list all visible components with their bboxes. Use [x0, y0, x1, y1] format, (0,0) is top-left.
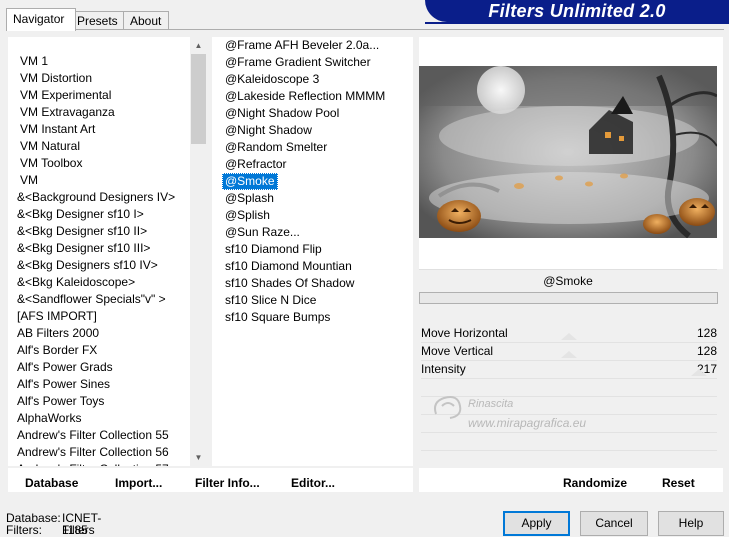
filter-item[interactable]: @Refractor	[222, 156, 290, 173]
filter-item-selected[interactable]: @Smoke	[222, 173, 278, 190]
filter-item[interactable]: sf10 Square Bumps	[222, 309, 333, 326]
tab-label: Presets	[77, 14, 118, 28]
filter-item[interactable]: @Kaleidoscope 3	[222, 71, 322, 88]
category-list[interactable]: VM 1 VM Distortion VM Experimental VM Extra…	[8, 37, 190, 466]
right-action-bar: Randomize Reset	[419, 468, 723, 492]
filter-item[interactable]: @Frame Gradient Switcher	[222, 54, 374, 71]
tab-label: Navigator	[13, 12, 65, 26]
selected-filter-name: @Smoke	[543, 274, 593, 288]
app-title-banner: Filters Unlimited 2.0	[425, 0, 729, 22]
param-label: Move Horizontal	[421, 326, 508, 340]
apply-button[interactable]: Apply	[503, 511, 570, 536]
help-button[interactable]: Help	[658, 511, 724, 536]
filter-item[interactable]: sf10 Slice N Dice	[222, 292, 319, 309]
left-action-bar: Database Import... Filter Info... Editor…	[8, 468, 413, 492]
filter-item[interactable]: sf10 Diamond Mountian	[222, 258, 355, 275]
filter-item[interactable]: @Night Shadow Pool	[222, 105, 342, 122]
status-filters-value: 1185	[62, 523, 88, 537]
filter-name-label: @Smoke	[419, 269, 717, 292]
database-button[interactable]: Database	[25, 468, 78, 492]
watermark-logo-icon	[434, 396, 462, 419]
status-area: Database: ICNET-Filters Filters: 1185	[6, 512, 101, 537]
import-button[interactable]: Import...	[115, 468, 162, 492]
scroll-up-icon[interactable]: ▲	[190, 37, 207, 54]
filter-item[interactable]: sf10 Diamond Flip	[222, 241, 325, 258]
category-item[interactable]: &<Bkg Designers sf10 IV>	[17, 257, 158, 274]
category-item[interactable]: [AFS IMPORT]	[17, 308, 97, 325]
category-item[interactable]: Alf's Border FX	[17, 342, 97, 359]
filter-item[interactable]: @Lakeside Reflection MMMM	[222, 88, 388, 105]
filter-item[interactable]: @Random Smelter	[222, 139, 330, 156]
category-item[interactable]: &<Bkg Kaleidoscope>	[17, 274, 135, 291]
category-item[interactable]: VM Extravaganza	[20, 104, 115, 121]
category-item[interactable]: Alf's Power Toys	[17, 393, 104, 410]
category-item[interactable]: &<Bkg Designer sf10 I>	[17, 206, 144, 223]
category-item[interactable]: AB Filters 2000	[17, 325, 99, 342]
preview-image	[419, 66, 717, 238]
slider-thumb-icon[interactable]	[691, 369, 707, 376]
category-item[interactable]: &<Sandflower Specials"v" >	[17, 291, 166, 308]
watermark-url: www.mirapagrafica.eu	[468, 416, 587, 430]
tab-about[interactable]: About	[123, 11, 169, 30]
tab-label: About	[130, 14, 162, 28]
category-item[interactable]: VM Experimental	[20, 87, 111, 104]
status-filters-label: Filters:	[6, 523, 42, 537]
scroll-down-icon[interactable]: ▼	[190, 449, 207, 466]
tab-divider	[6, 29, 724, 30]
param-slider-track[interactable]	[419, 292, 718, 304]
scrollbar-thumb[interactable]	[191, 54, 206, 144]
param-intensity[interactable]: Intensity 217	[421, 360, 717, 379]
filter-item[interactable]: sf10 Shades Of Shadow	[222, 275, 357, 292]
tab-navigator[interactable]: Navigator	[6, 8, 76, 31]
banner-underline	[425, 22, 729, 24]
filter-info-button[interactable]: Filter Info...	[195, 468, 260, 492]
cancel-button[interactable]: Cancel	[580, 511, 648, 536]
editor-button[interactable]: Editor...	[291, 468, 335, 492]
watermark: Rinascita www.mirapagrafica.eu	[430, 392, 650, 432]
app-title: Filters Unlimited 2.0	[488, 0, 666, 21]
category-item[interactable]: Andrew's Filter Collection 56	[17, 444, 169, 461]
category-item[interactable]: &<Background Designers IV>	[17, 189, 175, 206]
category-item[interactable]: AlphaWorks	[17, 410, 81, 427]
filter-item[interactable]: @Sun Raze...	[222, 224, 303, 241]
category-item[interactable]: Alf's Power Grads	[17, 359, 113, 376]
param-value: 128	[696, 326, 717, 340]
randomize-button[interactable]: Randomize	[563, 468, 627, 492]
category-item[interactable]: &<Bkg Designer sf10 II>	[17, 223, 147, 240]
param-label: Intensity	[421, 362, 466, 376]
category-item[interactable]: Alf's Power Sines	[17, 376, 110, 393]
param-label: Move Vertical	[421, 344, 494, 358]
category-item[interactable]: VM Toolbox	[20, 155, 82, 172]
category-item[interactable]: VM 1	[20, 53, 48, 70]
category-item[interactable]: VM Distortion	[20, 70, 92, 87]
category-item[interactable]: &<Bkg Designer sf10 III>	[17, 240, 150, 257]
reset-button[interactable]: Reset	[662, 468, 695, 492]
tab-presets[interactable]: Presets	[70, 11, 124, 30]
category-scrollbar[interactable]: ▲ ▼	[190, 37, 207, 466]
category-item[interactable]: Andrew's Filter Collection 57	[17, 461, 169, 466]
watermark-text: Rinascita	[468, 398, 514, 410]
halloween-preview-icon	[419, 66, 717, 238]
category-item[interactable]: VM	[20, 172, 38, 189]
filter-list[interactable]: @Frame AFH Beveler 2.0a... @Frame Gradien…	[212, 37, 413, 466]
category-item[interactable]: Andrew's Filter Collection 55	[17, 427, 169, 444]
filter-item[interactable]: @Splish	[222, 207, 273, 224]
slider-thumb-icon[interactable]	[561, 333, 577, 340]
filter-item[interactable]: @Splash	[222, 190, 277, 207]
category-item[interactable]: VM Natural	[20, 138, 80, 155]
filter-item[interactable]: @Night Shadow	[222, 122, 315, 139]
category-item[interactable]: VM Instant Art	[20, 121, 95, 138]
filter-item[interactable]: @Frame AFH Beveler 2.0a...	[222, 37, 382, 54]
param-empty-row	[421, 432, 717, 451]
slider-thumb-icon[interactable]	[561, 351, 577, 358]
param-value: 128	[696, 344, 717, 358]
